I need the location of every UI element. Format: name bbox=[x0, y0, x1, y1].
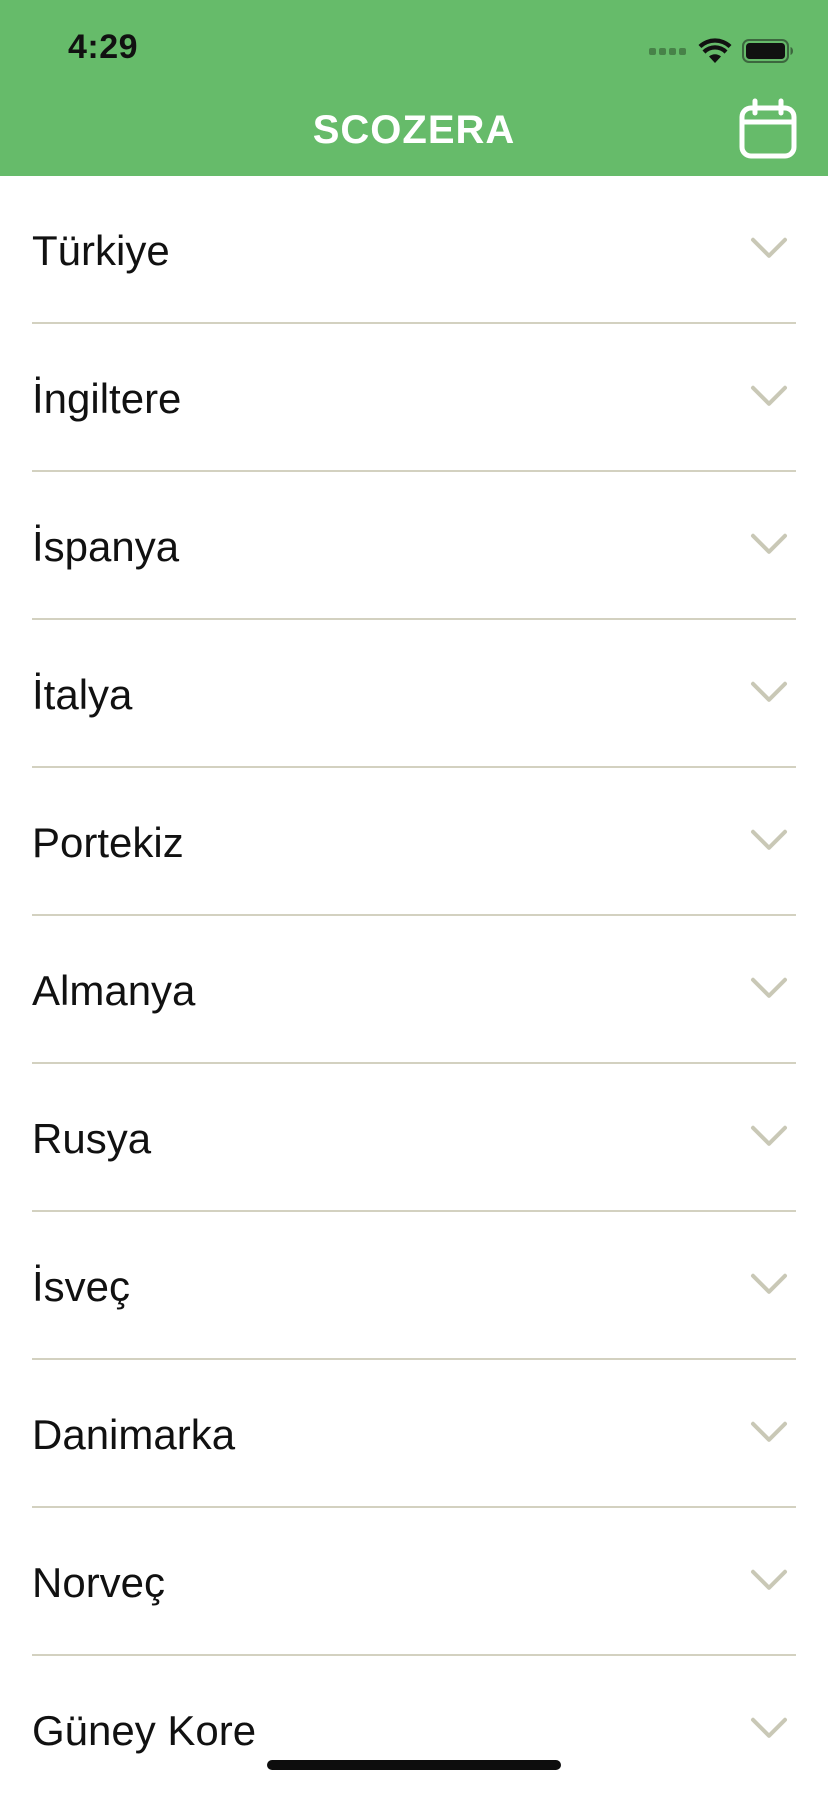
country-label: Türkiye bbox=[32, 226, 170, 274]
country-row-turkiye[interactable]: Türkiye bbox=[0, 176, 828, 324]
chevron-down-icon bbox=[751, 533, 787, 554]
chevron-down-icon bbox=[751, 237, 787, 258]
country-row-guney-kore[interactable]: Güney Kore bbox=[0, 1656, 828, 1804]
calendar-icon[interactable] bbox=[738, 98, 798, 160]
country-label: Portekiz bbox=[32, 818, 184, 866]
page-title: SCOZERA bbox=[312, 108, 516, 152]
country-row-norvec[interactable]: Norveç bbox=[0, 1508, 828, 1656]
chevron-down-icon bbox=[751, 1421, 787, 1442]
country-row-rusya[interactable]: Rusya bbox=[0, 1064, 828, 1212]
battery-icon bbox=[742, 39, 793, 63]
country-row-danimarka[interactable]: Danimarka bbox=[0, 1360, 828, 1508]
country-label: İspanya bbox=[32, 522, 180, 570]
country-label: Rusya bbox=[32, 1114, 152, 1162]
chevron-down-icon bbox=[751, 977, 787, 998]
chevron-down-icon bbox=[751, 385, 787, 406]
chevron-down-icon bbox=[751, 829, 787, 850]
country-row-almanya[interactable]: Almanya bbox=[0, 916, 828, 1064]
home-indicator[interactable] bbox=[267, 1760, 561, 1770]
country-label: Almanya bbox=[32, 966, 196, 1014]
status-icons bbox=[649, 34, 794, 68]
country-label: İsveç bbox=[32, 1262, 131, 1310]
country-row-ingiltere[interactable]: İngiltere bbox=[0, 324, 828, 472]
country-label: Norveç bbox=[32, 1558, 166, 1606]
top-bar: 4:29 SCOZERA bbox=[0, 0, 828, 176]
chevron-down-icon bbox=[751, 1569, 787, 1590]
chevron-down-icon bbox=[751, 681, 787, 702]
country-row-portekiz[interactable]: Portekiz bbox=[0, 768, 828, 916]
country-row-ispanya[interactable]: İspanya bbox=[0, 472, 828, 620]
chevron-down-icon bbox=[751, 1717, 787, 1738]
status-time: 4:29 bbox=[68, 28, 139, 66]
country-label: Danimarka bbox=[32, 1410, 236, 1458]
chevron-down-icon bbox=[751, 1273, 787, 1294]
chevron-down-icon bbox=[751, 1125, 787, 1146]
wifi-icon bbox=[698, 38, 732, 63]
country-row-italya[interactable]: İtalya bbox=[0, 620, 828, 768]
country-label: Güney Kore bbox=[32, 1706, 257, 1754]
cellular-signal-icon bbox=[649, 47, 686, 55]
country-list: Türkiye İngiltere İspanya İtalya Porteki… bbox=[0, 176, 828, 1804]
country-row-isvec[interactable]: İsveç bbox=[0, 1212, 828, 1360]
country-label: İtalya bbox=[32, 670, 133, 718]
country-label: İngiltere bbox=[32, 374, 182, 422]
